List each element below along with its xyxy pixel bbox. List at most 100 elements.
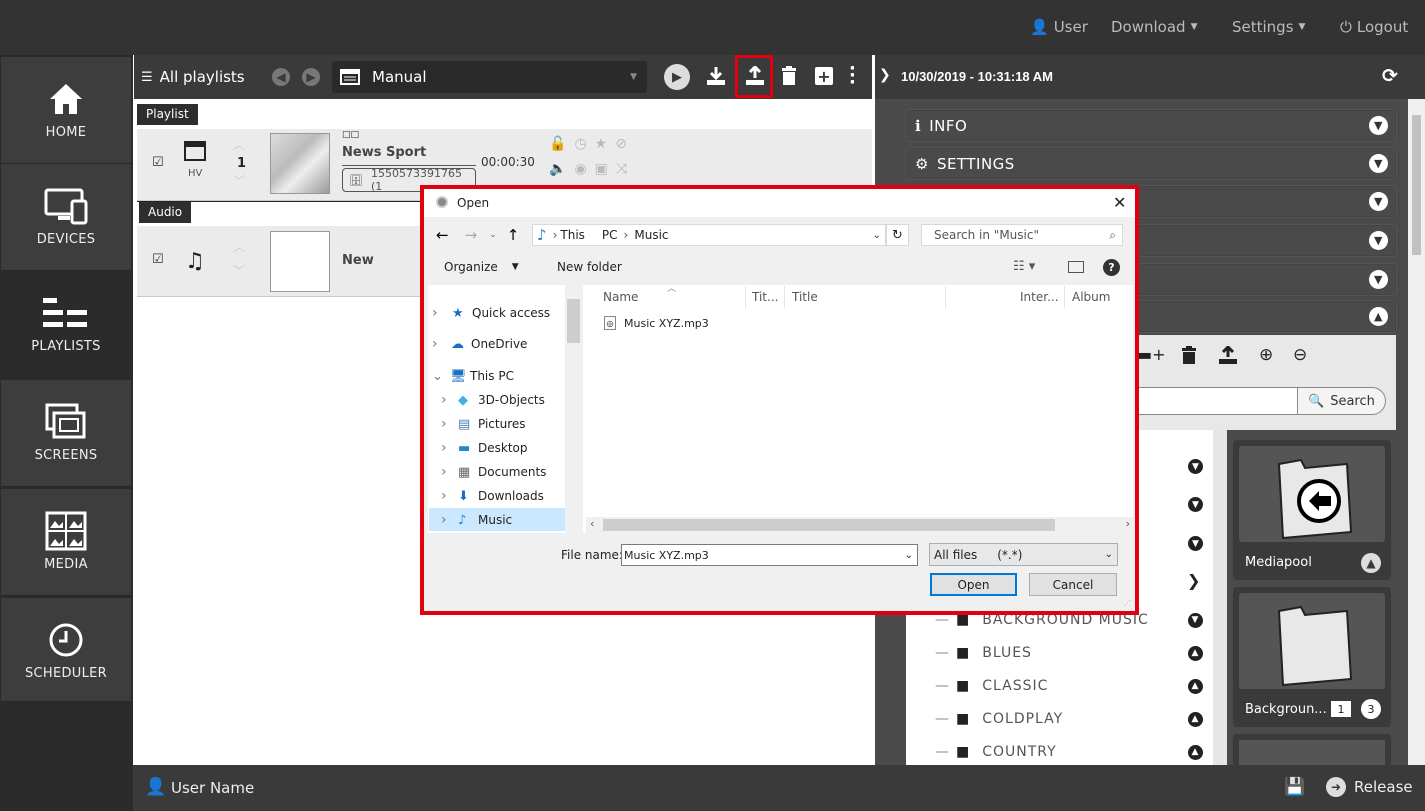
tree-item[interactable]: — ■ CLASSIC ▲ [935, 673, 1205, 699]
chevron-up-icon[interactable]: ▲ [1188, 645, 1203, 661]
view-options-icon[interactable]: ☷ ▾ [1013, 259, 1035, 274]
save-icon[interactable]: 💾 [1284, 777, 1305, 797]
chevron-right-icon[interactable]: ❯ [879, 67, 891, 83]
settings-menu[interactable]: Settings ▼ [1232, 18, 1305, 36]
folder-tile[interactable] [1233, 734, 1391, 765]
badge-icon[interactable]: ▣ [595, 161, 608, 177]
scrollbar-thumb[interactable] [1412, 115, 1421, 255]
scrollbar-thumb[interactable] [567, 299, 580, 343]
chevron-down-icon[interactable]: ⌄ [905, 550, 913, 561]
refresh-icon[interactable]: ↻ [886, 224, 909, 246]
block-icon[interactable]: ⊘ [615, 136, 627, 152]
down-arrow-icon[interactable]: ﹀ [233, 262, 245, 279]
nav-item[interactable]: › ★ Quick access [432, 303, 550, 323]
open-button[interactable]: Open [930, 573, 1017, 596]
arrow-up-icon[interactable]: ▲ [1361, 553, 1381, 573]
breadcrumb-item[interactable]: PC [602, 228, 618, 242]
nav-item[interactable]: › ☁ OneDrive [432, 334, 527, 354]
search-field[interactable]: Search in "Music" ⌕ [921, 224, 1123, 246]
nav-scrollbar[interactable] [565, 285, 582, 533]
tree-item[interactable]: — ■ COUNTRY ▲ [935, 739, 1205, 765]
chevron-down-icon[interactable]: ⌄ [432, 369, 450, 384]
checkbox-icon[interactable]: ☑ [152, 252, 164, 267]
organize-button[interactable]: Organize ▼ [444, 260, 519, 274]
chevron-up-icon[interactable]: ▲ [1188, 678, 1203, 694]
logout-link[interactable]: ⏻ Logout [1340, 18, 1408, 36]
help-icon[interactable]: ? [1103, 259, 1120, 276]
file-item[interactable]: ◎ Music XYZ.mp3 [604, 316, 709, 330]
breadcrumb-item[interactable]: This [560, 228, 585, 242]
chevron-up-icon[interactable]: ▲ [1188, 711, 1203, 727]
file-name-input[interactable]: Music XYZ.mp3 ⌄ [621, 544, 918, 566]
tree-item[interactable]: — ■ BLUES ▲ [935, 640, 1205, 666]
up-arrow-icon[interactable]: ︿ [233, 238, 245, 255]
chevron-right-icon[interactable]: › [441, 512, 458, 528]
play-icon[interactable]: ▶ [664, 64, 690, 90]
chevron-down-icon[interactable]: ⌄ [873, 230, 881, 241]
next-icon[interactable]: ▶ [302, 68, 320, 86]
chevron-right-icon[interactable]: › [441, 392, 458, 408]
horizontal-scrollbar[interactable]: ‹ › [586, 517, 1133, 533]
upload-icon[interactable] [1218, 346, 1238, 364]
lock-icon[interactable]: 🔓 [549, 136, 566, 152]
up-arrow-icon[interactable]: ︿ [233, 136, 245, 153]
forward-arrow-icon[interactable]: → [465, 226, 478, 244]
chevron-right-icon[interactable]: › [441, 488, 458, 504]
search-button[interactable]: 🔍 Search [1297, 387, 1386, 415]
folder-tile-background[interactable]: Backgroun... 1 3 [1233, 587, 1391, 727]
address-bar[interactable]: ♪ › This PC › Music ⌄ [532, 224, 886, 246]
volume-icon[interactable]: 🔈 [549, 161, 566, 177]
chevron-up-icon[interactable]: ▲ [1188, 744, 1203, 760]
sidebar-item-media[interactable]: MEDIA [1, 489, 131, 596]
sidebar-item-devices[interactable]: DEVICES [1, 164, 131, 271]
add-folder-icon[interactable]: ▬+ [1137, 345, 1166, 364]
chevron-right-icon[interactable]: › [432, 305, 452, 321]
nav-item[interactable]: ⌄ 🖥 This PC [432, 366, 514, 386]
upload-button-highlight[interactable] [735, 55, 773, 98]
chevron-down-icon[interactable]: ▼ [1188, 612, 1203, 628]
chevron-right-icon[interactable]: › [432, 336, 451, 352]
close-icon[interactable]: ✕ [1113, 193, 1126, 212]
sidebar-item-home[interactable]: HOME [1, 57, 131, 164]
search-input[interactable] [1137, 387, 1297, 415]
checkbox-icon[interactable]: ☑ [152, 155, 164, 170]
user-menu[interactable]: 👤 User [1030, 18, 1088, 36]
refresh-icon[interactable]: ⟳ [1382, 65, 1398, 87]
star-icon[interactable]: ★ [595, 136, 608, 152]
cancel-button[interactable]: Cancel [1029, 573, 1117, 596]
back-arrow-icon[interactable]: ← [436, 226, 449, 244]
add-icon[interactable]: + [815, 67, 833, 86]
download-menu[interactable]: Download ▼ [1111, 18, 1197, 36]
nav-item[interactable]: › ◆ 3D-Objects [441, 390, 545, 410]
column-header[interactable]: Tit... [752, 290, 778, 304]
column-header-title[interactable]: Title [792, 290, 818, 304]
resize-grip-icon[interactable]: ⋰ [1124, 599, 1131, 607]
all-playlists-button[interactable]: ☰ All playlists [141, 68, 245, 86]
download-icon[interactable] [706, 66, 726, 86]
scrollbar-thumb[interactable] [603, 519, 1055, 531]
new-folder-button[interactable]: New folder [557, 260, 622, 274]
badge-icon[interactable]: ◉ [574, 161, 586, 177]
scrollbar[interactable] [1408, 99, 1425, 765]
chevron-right-icon[interactable]: › [441, 440, 458, 456]
chevron-right-icon[interactable]: › [441, 416, 458, 432]
folder-tile-mediapool[interactable]: Mediapool ▲ [1233, 440, 1391, 580]
sidebar-item-screens[interactable]: SCREENS [1, 380, 131, 487]
chevron-right-icon[interactable]: ❯ [1187, 571, 1200, 590]
nav-item[interactable]: › ♪ Music [441, 510, 512, 530]
chevron-right-icon[interactable]: › [441, 464, 458, 480]
more-vertical-icon[interactable]: · · · [849, 60, 856, 92]
zoom-out-icon[interactable]: ⊖ [1293, 345, 1307, 365]
scroll-left-icon[interactable]: ‹ [590, 517, 594, 530]
nav-item[interactable]: › ▦ Documents [441, 462, 546, 482]
nav-item[interactable]: › ▬ Desktop [441, 438, 528, 458]
column-header[interactable]: Inter... [1020, 290, 1059, 304]
file-type-select[interactable]: All files (*.*) ⌄ [929, 543, 1118, 566]
zoom-in-icon[interactable]: ⊕ [1259, 345, 1273, 365]
chevron-down-icon[interactable]: ▼ [1188, 459, 1203, 474]
chevron-down-icon[interactable]: ⌄ [489, 230, 497, 240]
timer-icon[interactable]: ◷ [574, 136, 586, 152]
preview-pane-icon[interactable] [1068, 261, 1084, 273]
nav-item[interactable]: › ⬇ Downloads [441, 486, 544, 506]
trash-icon[interactable] [781, 66, 797, 86]
